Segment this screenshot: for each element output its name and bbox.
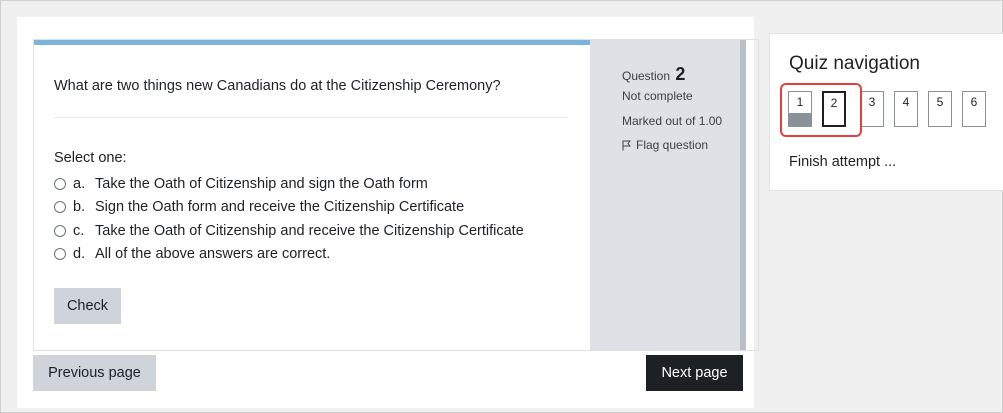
question-number: Question 2	[622, 64, 685, 85]
question-card: What are two things new Canadians do at …	[33, 39, 759, 351]
answer-list: a. Take the Oath of Citizenship and sign…	[54, 172, 524, 266]
nav-question-number: 6	[970, 95, 978, 109]
flag-icon	[622, 140, 631, 150]
page-frame: What are two things new Canadians do at …	[0, 0, 1003, 413]
radio-button[interactable]	[54, 224, 66, 237]
check-button[interactable]: Check	[54, 288, 121, 324]
answer-option-c[interactable]: c. Take the Oath of Citizenship and rece…	[54, 219, 524, 243]
nav-question-number: 5	[936, 95, 944, 109]
radio-button[interactable]	[54, 248, 66, 261]
nav-question-number: 3	[868, 95, 876, 109]
question-grade: Marked out of 1.00	[622, 114, 723, 128]
radio-button[interactable]	[54, 201, 66, 214]
flag-question-link[interactable]: Flag question	[622, 138, 708, 152]
question-divider	[54, 117, 568, 118]
main-region: What are two things new Canadians do at …	[17, 17, 759, 408]
question-text: What are two things new Canadians do at …	[54, 78, 501, 94]
question-number-label: Question	[622, 69, 671, 83]
answer-letter: a.	[73, 175, 86, 192]
previous-page-button[interactable]: Previous page	[33, 355, 156, 391]
answer-label: Sign the Oath form and receive the Citiz…	[95, 199, 465, 216]
answer-label: All of the above answers are correct.	[95, 246, 331, 263]
answer-option-b[interactable]: b. Sign the Oath form and receive the Ci…	[54, 196, 524, 220]
info-scrollbar[interactable]	[740, 40, 746, 350]
radio-button[interactable]	[54, 177, 66, 190]
quiz-navigation-title: Quiz navigation	[789, 53, 920, 74]
answer-label: Take the Oath of Citizenship and receive…	[95, 222, 524, 239]
flag-question-label: Flag question	[636, 138, 709, 152]
question-state: Not complete	[622, 89, 693, 103]
nav-question-number: 4	[902, 95, 910, 109]
nav-question-4[interactable]: 4	[894, 91, 918, 127]
highlight-box	[780, 83, 862, 137]
answer-letter: c.	[73, 222, 85, 239]
nav-question-6[interactable]: 6	[962, 91, 986, 127]
nav-question-3[interactable]: 3	[860, 91, 884, 127]
nav-question-5[interactable]: 5	[928, 91, 952, 127]
answer-option-a[interactable]: a. Take the Oath of Citizenship and sign…	[54, 172, 524, 196]
question-number-value: 2	[675, 64, 686, 84]
answer-prompt: Select one:	[54, 150, 127, 166]
answer-label: Take the Oath of Citizenship and sign th…	[95, 175, 428, 192]
question-info-panel: Question 2 Not complete Marked out of 1.…	[590, 40, 740, 350]
question-content: What are two things new Canadians do at …	[34, 40, 590, 350]
finish-attempt-link[interactable]: Finish attempt ...	[789, 154, 896, 170]
answer-letter: d.	[73, 246, 86, 263]
next-page-button[interactable]: Next page	[646, 355, 743, 391]
answer-letter: b.	[73, 199, 86, 216]
answer-option-d[interactable]: d. All of the above answers are correct.	[54, 243, 524, 267]
